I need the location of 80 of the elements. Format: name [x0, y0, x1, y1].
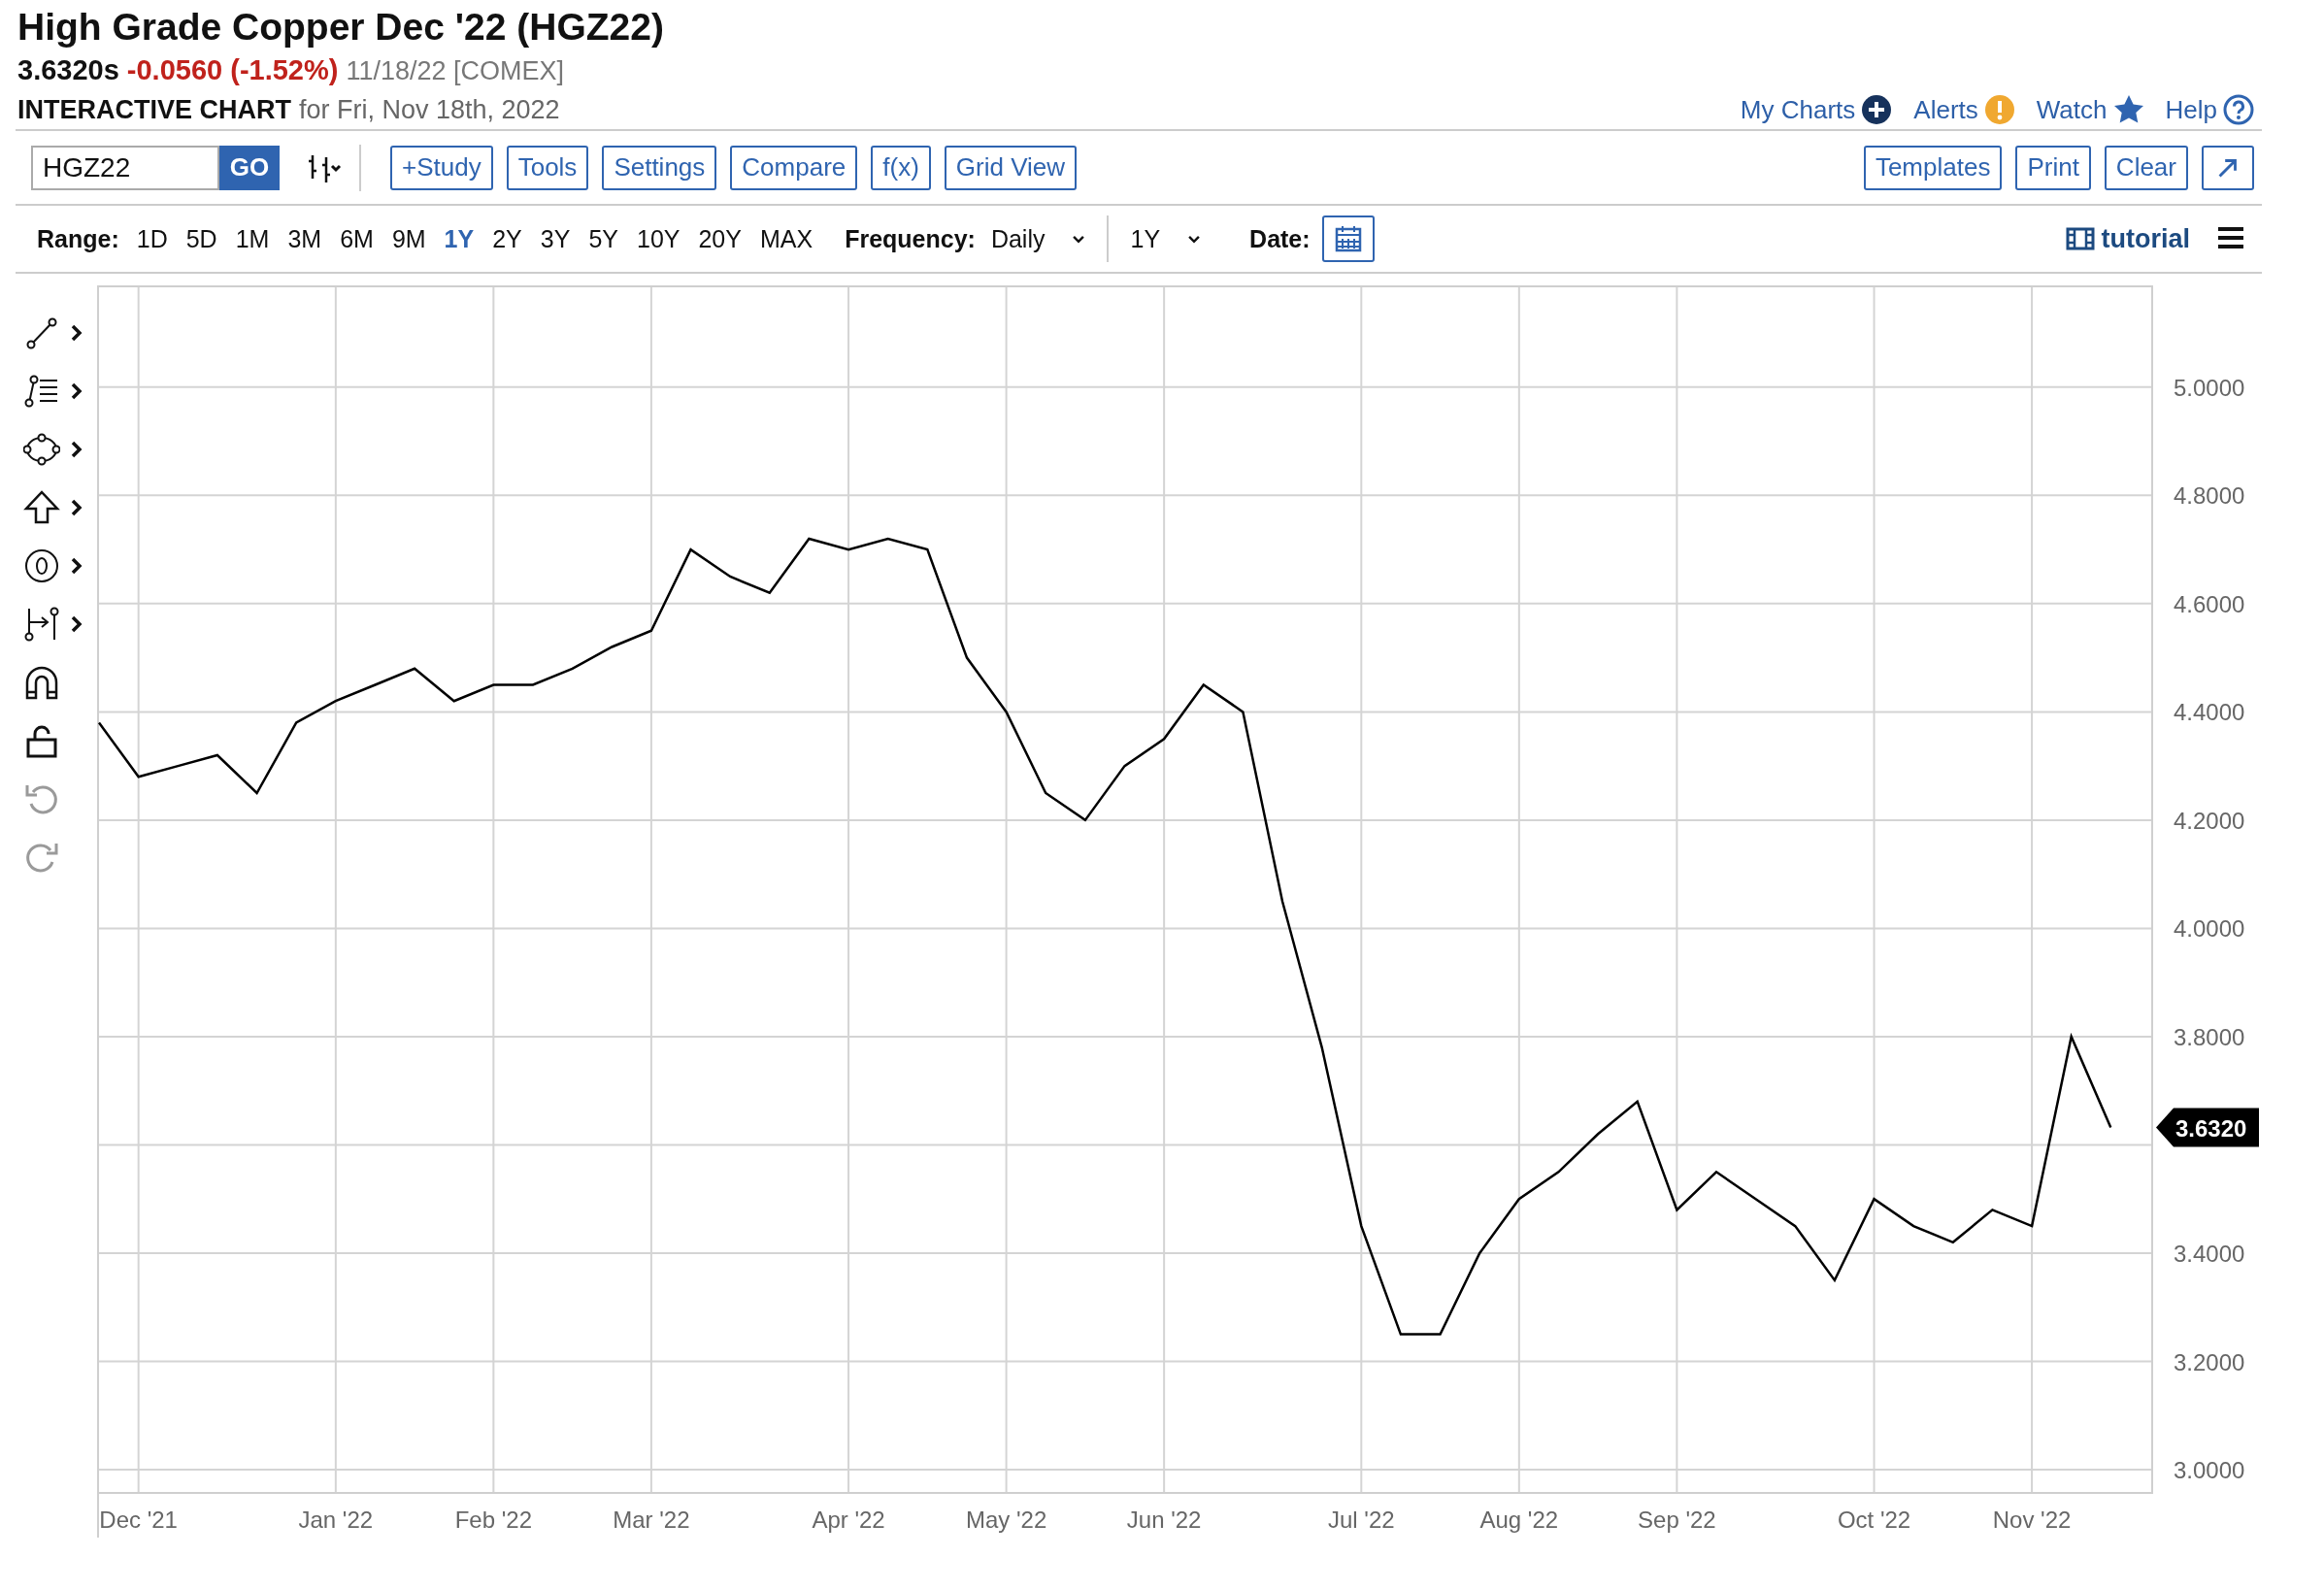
- range-option[interactable]: 1M: [235, 224, 270, 253]
- toolbar-button[interactable]: Templates: [1863, 145, 2003, 190]
- toolbar-button[interactable]: +Study: [390, 145, 493, 190]
- help-icon[interactable]: [2223, 94, 2254, 125]
- toolbar-button[interactable]: Tools: [506, 145, 589, 190]
- y-axis-label: 3.0000: [2174, 1457, 2245, 1483]
- toolbar-button[interactable]: f(x): [871, 145, 931, 190]
- chart-date: for Fri, Nov 18th, 2022: [299, 94, 560, 125]
- frequency-label: Frequency:: [845, 224, 976, 253]
- price-change: -0.0560 (-1.52%): [126, 53, 339, 87]
- x-axis-label: Feb '22: [454, 1507, 532, 1533]
- frequency-dropdown[interactable]: Daily: [990, 224, 1086, 253]
- x-axis-label: Jul '22: [1328, 1507, 1395, 1533]
- y-axis-label: 3.2000: [2174, 1348, 2245, 1375]
- plus-circle-icon[interactable]: [1861, 94, 1893, 125]
- header-link[interactable]: My Charts: [1740, 94, 1856, 125]
- symbol-field[interactable]: HGZ22: [31, 145, 219, 190]
- fibonacci-tool-icon[interactable]: [23, 373, 60, 410]
- y-axis-label: 4.8000: [2174, 482, 2245, 510]
- chevron-right-icon[interactable]: [70, 614, 83, 634]
- header-link[interactable]: Help: [2165, 94, 2217, 125]
- y-axis-label: 4.2000: [2174, 807, 2245, 834]
- range-option[interactable]: 6M: [340, 224, 374, 253]
- star-icon[interactable]: [2112, 94, 2144, 125]
- y-axis-label: 4.4000: [2174, 699, 2245, 726]
- arrow-up-icon[interactable]: [23, 489, 60, 526]
- range-option[interactable]: 1Y: [444, 224, 475, 253]
- range-option[interactable]: 9M: [391, 224, 426, 253]
- ellipse-tool-icon[interactable]: [23, 431, 60, 468]
- range-option[interactable]: 5D: [185, 224, 217, 253]
- magnet-icon[interactable]: [23, 664, 60, 701]
- y-axis-label: 5.0000: [2174, 374, 2245, 401]
- price-marker: 3.6320: [2156, 1108, 2259, 1147]
- y-axis-label: 4.0000: [2174, 915, 2245, 943]
- x-axis-label: Nov '22: [1992, 1507, 2072, 1533]
- range-option[interactable]: MAX: [759, 224, 813, 253]
- chevron-right-icon[interactable]: [70, 381, 83, 401]
- toolbar-button[interactable]: Grid View: [944, 145, 1078, 190]
- chevron-right-icon[interactable]: [70, 556, 83, 576]
- tutorial-link[interactable]: tutorial: [2101, 223, 2190, 254]
- date-picker-button[interactable]: [1321, 215, 1375, 262]
- range-option[interactable]: 2Y: [492, 224, 522, 253]
- x-axis-label: May '22: [965, 1507, 1047, 1533]
- date-label: Date:: [1249, 224, 1311, 253]
- measure-tool-icon[interactable]: [23, 606, 60, 643]
- y-axis-label: 4.6000: [2174, 590, 2245, 617]
- toolbar-button[interactable]: Clear: [2104, 145, 2188, 190]
- range-option[interactable]: 20Y: [698, 224, 742, 253]
- x-axis-label: Apr '22: [812, 1507, 885, 1533]
- go-button[interactable]: GO: [219, 145, 280, 190]
- circled-oval-icon[interactable]: [23, 547, 60, 584]
- quote-date: 11/18/22 [COMEX]: [346, 55, 565, 87]
- header-link[interactable]: Alerts: [1913, 94, 1978, 125]
- x-axis-label: Sep '22: [1638, 1507, 1716, 1533]
- last-price: 3.6320s: [17, 53, 119, 87]
- x-axis-label: Dec '21: [99, 1507, 178, 1533]
- chart-heading: INTERACTIVE CHART: [17, 94, 291, 125]
- x-axis-label: Mar '22: [613, 1507, 690, 1533]
- toolbar-button[interactable]: Compare: [730, 145, 858, 190]
- range-option[interactable]: 3Y: [540, 224, 571, 253]
- header-link[interactable]: Watch: [2036, 94, 2108, 125]
- period-dropdown[interactable]: 1Y: [1130, 224, 1202, 253]
- expand-button[interactable]: [2202, 145, 2254, 190]
- x-axis-label: Jan '22: [298, 1507, 374, 1533]
- range-label: Range:: [37, 224, 119, 253]
- range-option[interactable]: 10Y: [637, 224, 681, 253]
- range-option[interactable]: 3M: [287, 224, 322, 253]
- toolbar-button[interactable]: Settings: [602, 145, 717, 190]
- chevron-right-icon[interactable]: [70, 498, 83, 517]
- y-axis-label: 3.4000: [2174, 1241, 2245, 1267]
- y-axis-label: 3.8000: [2174, 1023, 2245, 1050]
- range-option[interactable]: 1D: [136, 224, 168, 253]
- toolbar-button[interactable]: Print: [2015, 145, 2091, 190]
- chart-title: High Grade Copper Dec '22 (HGZ22): [17, 5, 665, 50]
- range-option[interactable]: 5Y: [588, 224, 618, 253]
- chevron-right-icon[interactable]: [70, 323, 83, 343]
- x-axis-label: Jun '22: [1126, 1507, 1202, 1533]
- x-axis-label: Oct '22: [1837, 1507, 1911, 1533]
- x-axis-label: Aug '22: [1479, 1507, 1559, 1533]
- chevron-right-icon[interactable]: [70, 440, 83, 459]
